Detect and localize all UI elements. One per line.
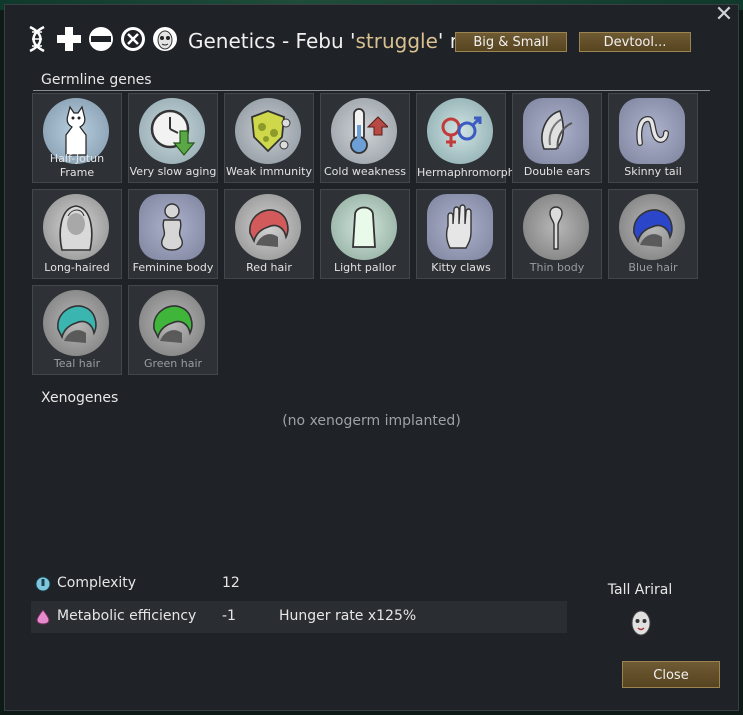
dna-icon[interactable] <box>22 24 52 54</box>
gene-label: Double ears <box>523 165 591 178</box>
long-hair-icon <box>43 194 109 260</box>
stat-row-complexity: Complexity 12 <box>31 568 567 600</box>
gene-tile-double-ears[interactable]: Double ears <box>512 93 602 183</box>
big-small-button[interactable]: Big & Small <box>455 32 567 52</box>
tail-icon <box>619 98 685 164</box>
immunity-icon <box>235 98 301 164</box>
gene-tile-very-slow-aging[interactable]: Very slow aging <box>128 93 218 183</box>
page-title: Genetics - Febu 'struggle' n <box>188 29 462 53</box>
hair-icon <box>619 194 685 260</box>
gene-label: Weak immunity <box>226 165 312 178</box>
metabolism-icon <box>36 609 50 625</box>
gene-tile-thin-body[interactable]: Thin body <box>512 189 602 279</box>
remove-icon[interactable] <box>86 24 116 54</box>
gene-tile-weak-immunity[interactable]: Weak immunity <box>224 93 314 183</box>
gender-icon <box>427 98 493 164</box>
xenotype-icon[interactable] <box>150 24 180 54</box>
hair-icon <box>235 194 301 260</box>
gene-label: Blue hair <box>628 261 678 274</box>
stat-desc: Hunger rate x125% <box>279 608 417 624</box>
title-nickname: struggle <box>355 29 438 53</box>
stat-name: Metabolic efficiency <box>57 608 197 624</box>
stat-name: Complexity <box>57 575 137 591</box>
gene-label: Cold weakness <box>323 165 407 178</box>
gene-label: Long-haired <box>44 261 110 274</box>
gene-tile-red-hair[interactable]: Red hair <box>224 189 314 279</box>
gene-tile-hermaphromorph[interactable]: Hermaphromorph <box>416 93 515 183</box>
xenogenes-empty-text: (no xenogerm implanted) <box>282 413 461 429</box>
hair-icon <box>43 290 109 356</box>
stat-value: -1 <box>222 608 236 624</box>
thermometer-icon <box>331 98 397 164</box>
gene-label: Feminine body <box>132 261 214 274</box>
gene-tile-feminine-body[interactable]: Feminine body <box>128 189 218 279</box>
gene-label: Half-Jotun Frame <box>49 152 105 179</box>
xenotype-name: Tall Ariral <box>607 582 673 598</box>
title-prefix: Genetics - Febu ' <box>188 29 356 53</box>
gene-label: Very slow aging <box>129 165 217 178</box>
close-icon[interactable]: ✕ <box>713 4 735 26</box>
gene-label: Teal hair <box>53 357 101 370</box>
xenogenes-heading: Xenogenes <box>41 390 119 406</box>
gene-label: Thin body <box>529 261 585 274</box>
close-button[interactable]: Close <box>622 661 720 688</box>
gene-label: Light pallor <box>333 261 397 274</box>
gene-tile-half-jotun-frame[interactable]: Half-Jotun Frame <box>32 93 122 183</box>
claws-icon <box>427 194 493 260</box>
thin-body-icon <box>523 194 589 260</box>
devtool-button[interactable]: Devtool... <box>579 32 691 52</box>
clock-icon <box>139 98 205 164</box>
germline-heading: Germline genes <box>41 72 152 88</box>
xenotype-face-icon[interactable] <box>630 610 652 636</box>
gene-tile-light-pallor[interactable]: Light pallor <box>320 189 410 279</box>
hair-icon <box>139 290 205 356</box>
feminine-body-icon <box>139 194 205 260</box>
germline-divider <box>33 90 710 91</box>
gene-label: Hermaphromorph <box>417 166 515 179</box>
stat-value: 12 <box>222 575 240 591</box>
gene-label: Green hair <box>143 357 203 370</box>
pallor-icon <box>331 194 397 260</box>
gene-tile-green-hair[interactable]: Green hair <box>128 285 218 375</box>
clear-icon[interactable] <box>118 24 148 54</box>
gene-label: Kitty claws <box>431 261 491 274</box>
gene-tile-cold-weakness[interactable]: Cold weakness <box>320 93 410 183</box>
gene-tile-teal-hair[interactable]: Teal hair <box>32 285 122 375</box>
gene-tile-kitty-claws[interactable]: Kitty claws <box>416 189 506 279</box>
add-icon[interactable] <box>54 24 84 54</box>
gene-tile-skinny-tail[interactable]: Skinny tail <box>608 93 698 183</box>
ears-icon <box>523 98 589 164</box>
gene-tile-long-haired[interactable]: Long-haired <box>32 189 122 279</box>
complexity-icon <box>35 576 51 592</box>
gene-label: Red hair <box>246 261 292 274</box>
header-icon-bar <box>22 24 180 54</box>
stat-row-metabolic-efficiency: Metabolic efficiency -1 Hunger rate x125… <box>31 601 567 633</box>
gene-label: Skinny tail <box>624 165 682 178</box>
gene-tile-blue-hair[interactable]: Blue hair <box>608 189 698 279</box>
